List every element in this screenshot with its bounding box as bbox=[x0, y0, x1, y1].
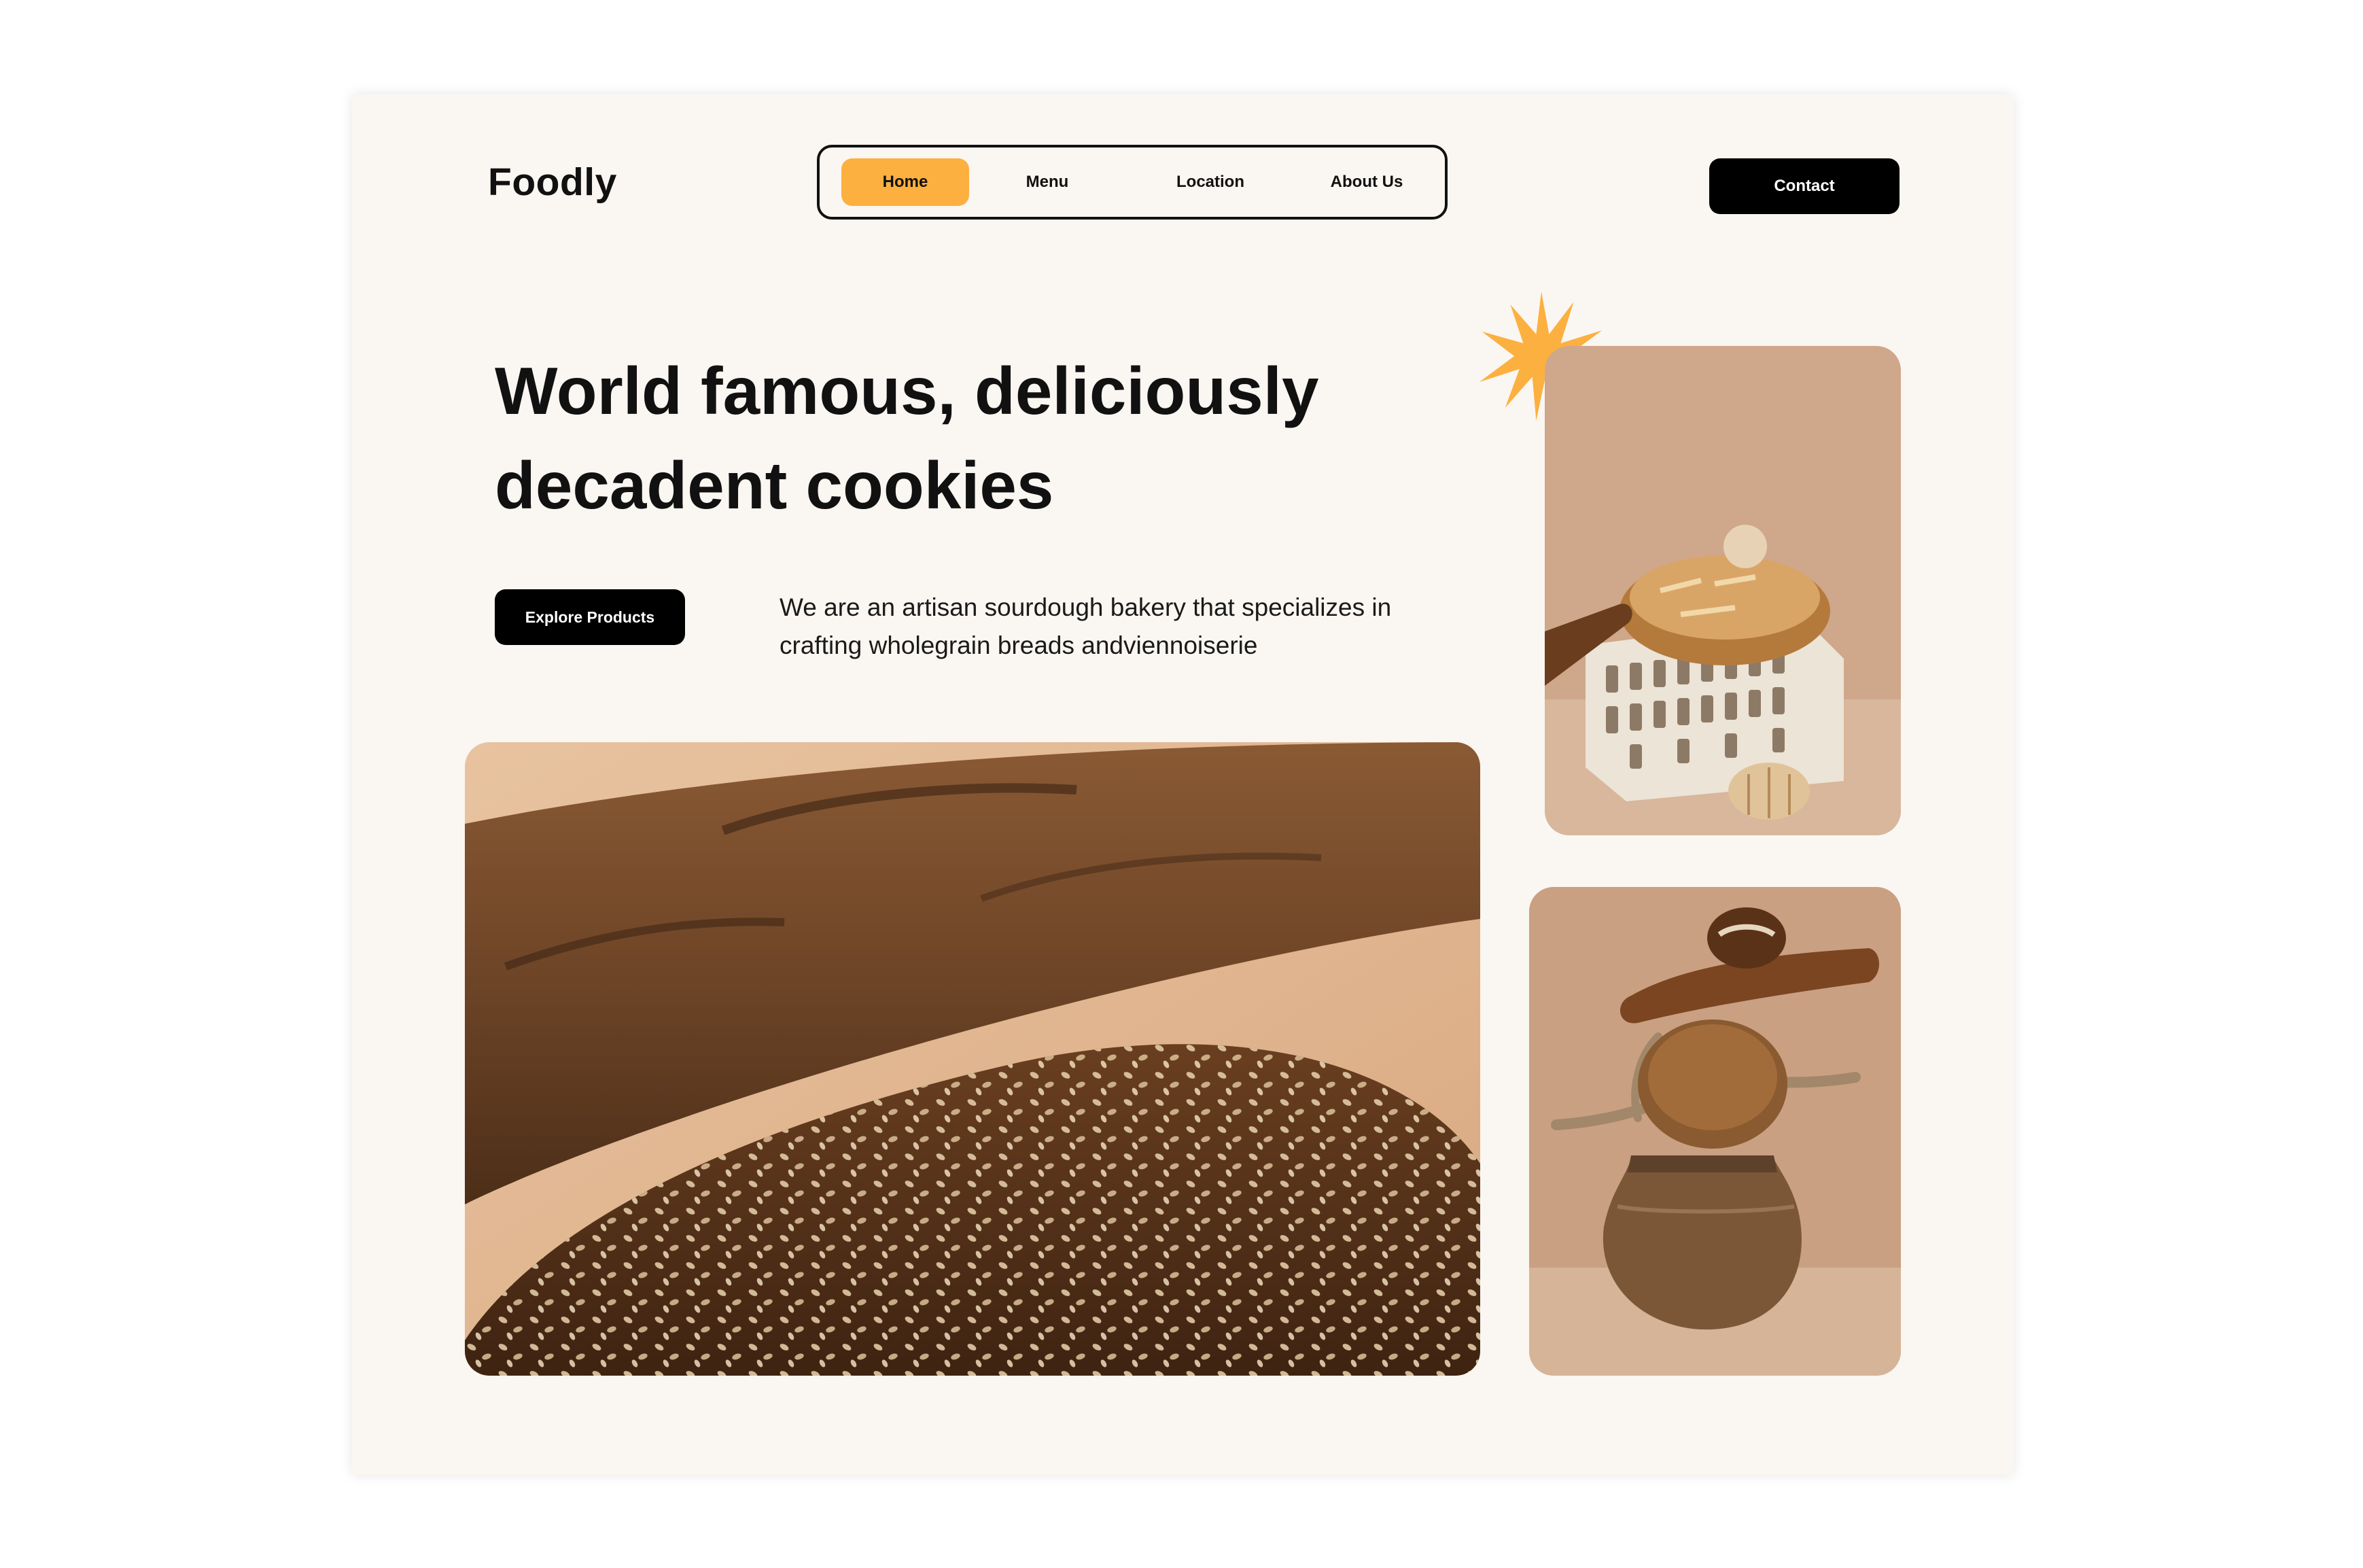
nav-item-location[interactable]: Location bbox=[1138, 158, 1283, 206]
main-nav: Home Menu Location About Us bbox=[817, 145, 1448, 220]
baguettes-photo bbox=[465, 742, 1480, 1376]
explore-products-button[interactable]: Explore Products bbox=[495, 589, 685, 645]
page-card: Foodly Home Menu Location About Us Conta… bbox=[352, 94, 2014, 1475]
nav-item-about-us[interactable]: About Us bbox=[1295, 158, 1438, 206]
hero-headline-line-2: decadent cookies bbox=[495, 448, 1054, 523]
hero-headline: World famous, deliciously decadent cooki… bbox=[495, 344, 1480, 533]
nav-item-menu[interactable]: Menu bbox=[983, 158, 1112, 206]
hero-tagline-line-1: We are an artisan sourdough bakery that … bbox=[780, 593, 1392, 621]
hero-tagline-line-2: crafting wholegrain breads andviennoiser… bbox=[780, 631, 1258, 659]
hero-tagline: We are an artisan sourdough bakery that … bbox=[780, 589, 1486, 665]
bread-on-brick-photo bbox=[1545, 346, 1901, 835]
nav-item-home[interactable]: Home bbox=[841, 158, 969, 206]
hero-headline-line-1: World famous, deliciously bbox=[495, 353, 1319, 428]
brand-logo[interactable]: Foodly bbox=[488, 160, 617, 205]
bread-stack-on-pot-photo bbox=[1529, 887, 1901, 1376]
contact-button[interactable]: Contact bbox=[1709, 158, 1900, 214]
